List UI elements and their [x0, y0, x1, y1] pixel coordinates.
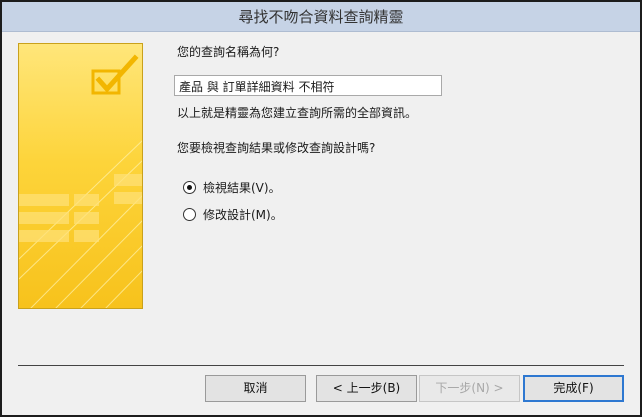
wizard-body: 您的查詢名稱為何? 產品 與 訂單詳細資料 不相符 以上就是精靈為您建立查詢所需… [2, 32, 640, 415]
wizard-window: 尋找不吻合資料查詢精靈 您的查詢名稱為何? 產品 與 訂單詳細資料 不相符 以上… [0, 0, 642, 417]
view-results-label[interactable]: 檢視結果(V)。 [203, 179, 281, 196]
next-button: 下一步(N) > [419, 375, 520, 402]
button-separator [18, 365, 624, 366]
modify-design-label[interactable]: 修改設計(M)。 [203, 206, 283, 223]
window-title: 尋找不吻合資料查詢精靈 [238, 8, 404, 26]
title-bar: 尋找不吻合資料查詢精靈 [2, 2, 640, 32]
finish-button[interactable]: 完成(F) [523, 375, 624, 402]
query-name-prompt: 您的查詢名稱為何? [177, 45, 280, 59]
wizard-info-text: 以上就是精靈為您建立查詢所需的全部資訊。 [177, 106, 418, 120]
back-button[interactable]: < 上一步(B) [316, 375, 417, 402]
modify-design-option[interactable]: 修改設計(M)。 [183, 206, 283, 222]
modify-design-radio[interactable] [183, 207, 196, 221]
cancel-button[interactable]: 取消 [205, 375, 306, 402]
query-name-input[interactable]: 產品 與 訂單詳細資料 不相符 [174, 75, 442, 96]
view-results-option[interactable]: 檢視結果(V)。 [183, 179, 281, 195]
wizard-illustration [18, 43, 143, 309]
checkbox-check-icon [19, 54, 142, 308]
next-action-prompt: 您要檢視查詢結果或修改查詢設計嗎? [177, 141, 376, 155]
view-results-radio[interactable] [183, 180, 196, 194]
